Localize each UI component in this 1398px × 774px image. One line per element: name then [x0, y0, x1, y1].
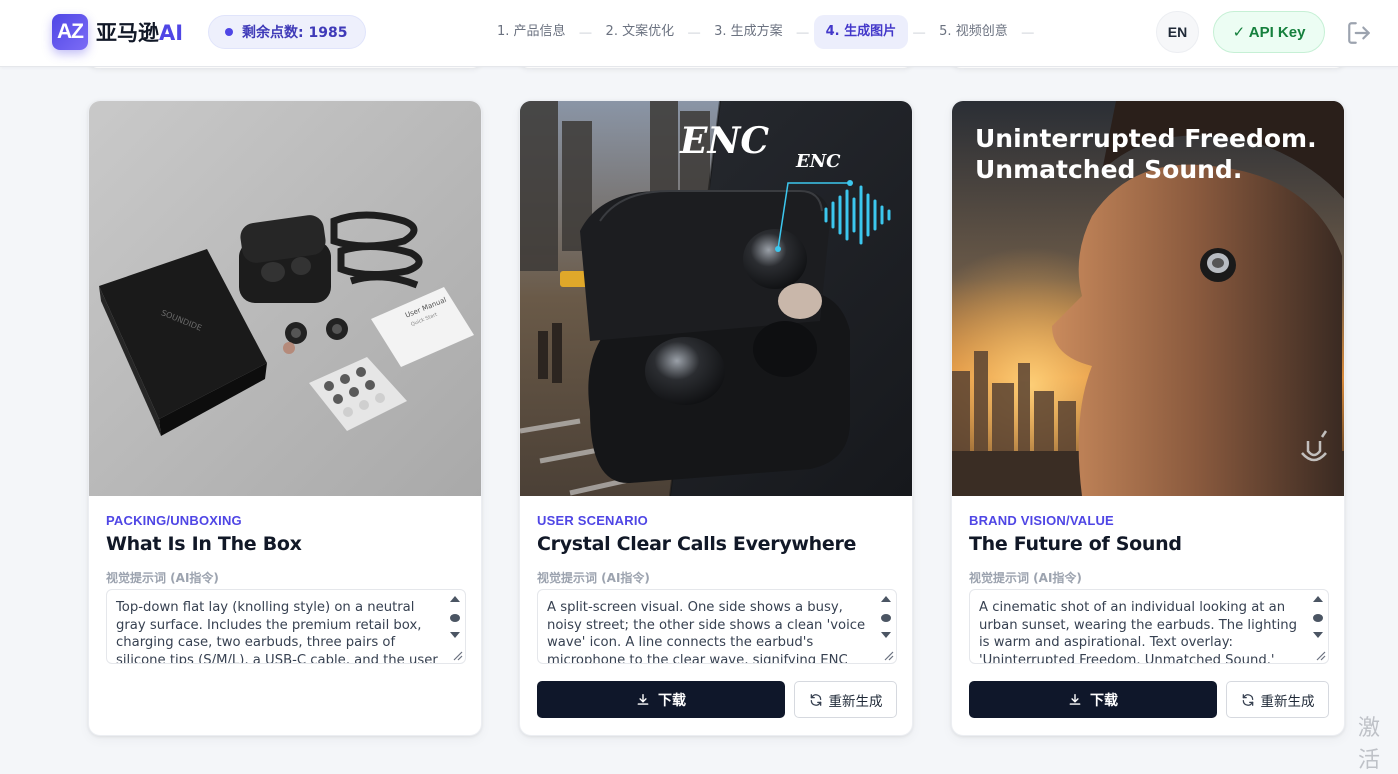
- step-separator: —: [796, 25, 809, 39]
- step-product-info[interactable]: 1. 产品信息: [488, 15, 575, 49]
- prompt-textarea[interactable]: A cinematic shot of an individual lookin…: [969, 589, 1329, 664]
- card-body: USER SCENARIO Crystal Clear Calls Everyw…: [537, 513, 897, 664]
- top-navbar: AZ 亚马逊AI 剩余点数: 1985 1. 产品信息 — 2. 文案优化 — …: [0, 0, 1398, 67]
- textarea-scrollbar[interactable]: [1311, 594, 1325, 642]
- image-card-user-scenario: ENC ENC USER SCENARIO Crystal Clear Call…: [519, 100, 913, 736]
- os-activation-watermark: 激活: [1358, 716, 1381, 773]
- regenerate-label: 重新生成: [828, 693, 883, 710]
- prompt-label: 视觉提示词 (AI指令): [969, 571, 1082, 585]
- api-key-button[interactable]: ✓ API Key: [1213, 11, 1325, 53]
- regenerate-label: 重新生成: [1260, 693, 1315, 710]
- card-title: Crystal Clear Calls Everywhere: [537, 533, 857, 555]
- workflow-steps: 1. 产品信息 — 2. 文案优化 — 3. 生成方案 — 4. 生成图片 — …: [488, 15, 1039, 49]
- logo-mark: AZ: [52, 14, 88, 50]
- prompt-text[interactable]: A split-screen visual. One side shows a …: [547, 599, 869, 663]
- language-toggle-button[interactable]: EN: [1156, 11, 1199, 53]
- refresh-icon: [810, 693, 821, 706]
- card-category: PACKING/UNBOXING: [106, 513, 242, 528]
- download-icon: [637, 693, 649, 705]
- app-name: 亚马逊AI: [96, 21, 184, 45]
- logout-icon[interactable]: [1346, 20, 1372, 46]
- card-title: The Future of Sound: [969, 533, 1182, 555]
- enc-label-text: ENC: [795, 151, 841, 172]
- overlay-line-1: Uninterrupted Freedom.: [975, 124, 1317, 153]
- prompt-label: 视觉提示词 (AI指令): [537, 571, 650, 585]
- card-category: BRAND VISION/VALUE: [969, 513, 1114, 528]
- card-title: What Is In The Box: [106, 533, 302, 555]
- generated-image-user-scenario[interactable]: ENC ENC: [520, 101, 912, 496]
- card-body: PACKING/UNBOXING What Is In The Box 视觉提示…: [106, 513, 466, 664]
- step-separator: —: [579, 25, 592, 39]
- step-video-ideas[interactable]: 5. 视频创意: [930, 15, 1017, 49]
- download-label: 下载: [1090, 692, 1118, 709]
- download-label: 下载: [658, 692, 686, 709]
- step-separator: —: [913, 25, 926, 39]
- prompt-label: 视觉提示词 (AI指令): [106, 571, 219, 585]
- resize-handle-icon[interactable]: [451, 649, 463, 661]
- generated-image-brand-vision[interactable]: Uninterrupted Freedom. Unmatched Sound.: [952, 101, 1344, 496]
- refresh-icon: [1242, 693, 1253, 706]
- prompt-text[interactable]: A cinematic shot of an individual lookin…: [979, 599, 1301, 663]
- enc-headline-text: ENC: [679, 120, 769, 162]
- app-logo[interactable]: AZ 亚马逊AI: [52, 14, 183, 50]
- step-separator: —: [1021, 25, 1034, 39]
- download-button[interactable]: 下载: [537, 681, 785, 718]
- step-separator: —: [688, 25, 701, 39]
- regenerate-button[interactable]: 重新生成: [1226, 681, 1329, 718]
- step-copy-optimization[interactable]: 2. 文案优化: [597, 15, 684, 49]
- regenerate-button[interactable]: 重新生成: [794, 681, 897, 718]
- download-button[interactable]: 下载: [969, 681, 1217, 718]
- prompt-text[interactable]: Top-down flat lay (knolling style) on a …: [116, 599, 438, 663]
- prompt-textarea[interactable]: A split-screen visual. One side shows a …: [537, 589, 897, 664]
- card-body: BRAND VISION/VALUE The Future of Sound 视…: [969, 513, 1329, 664]
- download-icon: [1069, 693, 1081, 705]
- status-dot-icon: [225, 28, 233, 36]
- remaining-points-badge: 剩余点数: 1985: [208, 15, 367, 49]
- resize-handle-icon[interactable]: [882, 649, 894, 661]
- image-card-packing: SOUNDIDE User Manual Quick Start PACKING…: [88, 100, 482, 736]
- textarea-scrollbar[interactable]: [879, 594, 893, 642]
- generated-image-packing[interactable]: SOUNDIDE User Manual Quick Start: [89, 101, 481, 496]
- card-category: USER SCENARIO: [537, 513, 648, 528]
- textarea-scrollbar[interactable]: [448, 594, 462, 642]
- overlay-line-2: Unmatched Sound.: [975, 155, 1242, 184]
- remaining-points-label: 剩余点数: 1985: [242, 25, 348, 41]
- resize-handle-icon[interactable]: [1314, 649, 1326, 661]
- step-generate-images[interactable]: 4. 生成图片: [813, 15, 909, 49]
- step-generate-plan[interactable]: 3. 生成方案: [705, 15, 792, 49]
- prompt-textarea[interactable]: Top-down flat lay (knolling style) on a …: [106, 589, 466, 664]
- image-card-brand-vision: Uninterrupted Freedom. Unmatched Sound. …: [951, 100, 1345, 736]
